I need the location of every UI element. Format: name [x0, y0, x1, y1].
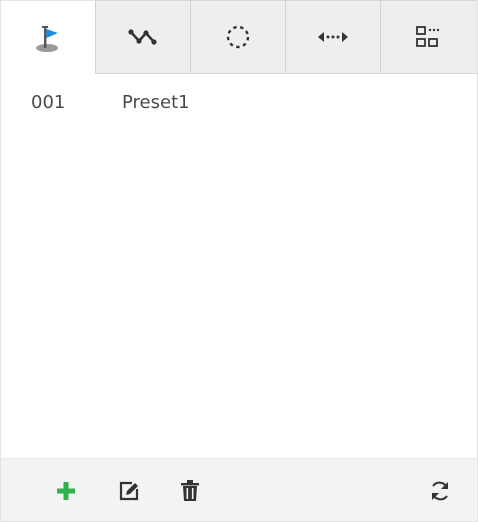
preset-name: Preset1 — [122, 92, 190, 113]
delete-icon — [180, 479, 200, 507]
preset-number: 001 — [31, 92, 66, 113]
edit-preset-button[interactable] — [117, 481, 141, 505]
preset-flag-icon — [33, 23, 63, 53]
add-preset-button[interactable] — [54, 481, 78, 505]
preset-row[interactable]: 001 Preset1 — [1, 90, 477, 118]
preset-list: 001 Preset1 — [1, 74, 477, 458]
add-icon — [55, 480, 77, 506]
tab-pattern[interactable] — [191, 0, 286, 73]
more-functions-icon — [415, 25, 443, 49]
tab-more[interactable] — [381, 0, 477, 73]
delete-preset-button[interactable] — [178, 479, 202, 507]
tab-tour[interactable] — [96, 0, 191, 73]
tab-scan[interactable] — [286, 0, 381, 73]
scan-horizontal-icon — [317, 29, 349, 45]
preset-toolbar — [1, 458, 477, 521]
edit-icon — [118, 480, 140, 506]
tour-path-icon — [128, 27, 158, 47]
ptz-function-tabs — [1, 0, 477, 74]
refresh-button[interactable] — [428, 481, 452, 505]
tab-preset[interactable] — [1, 0, 96, 74]
refresh-icon — [428, 479, 452, 507]
pattern-circle-icon — [223, 22, 253, 52]
ptz-preset-panel: 001 Preset1 — [0, 0, 478, 522]
